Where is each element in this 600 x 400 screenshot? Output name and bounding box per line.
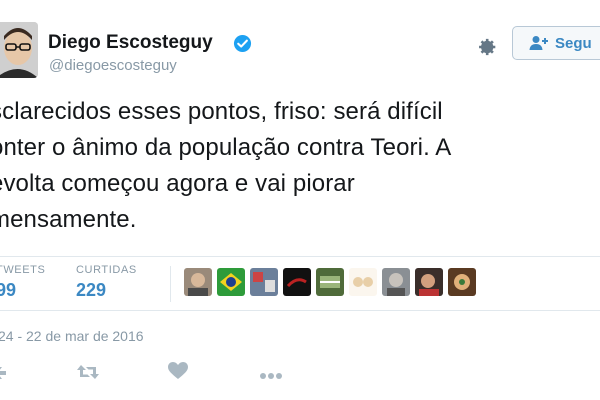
divider	[0, 310, 600, 311]
tweet-header: Diego Escosteguy @diegoescosteguy Segu	[0, 22, 600, 82]
retweets-label: TWEETS	[0, 264, 46, 276]
liker-avatar[interactable]	[217, 268, 245, 296]
liker-avatar[interactable]	[382, 268, 410, 296]
tweet-text-line: evolta começou agora e vai piorar	[0, 170, 355, 197]
avatar[interactable]	[0, 22, 38, 78]
retweet-icon[interactable]	[76, 362, 100, 387]
retweets-count: 99	[0, 280, 17, 300]
tweet-text-line: mensamente.	[0, 206, 137, 233]
stats-separator	[170, 266, 171, 302]
reply-icon[interactable]	[0, 365, 6, 388]
tweet-text-line: onter o ânimo da população contra Teori.…	[0, 134, 452, 161]
liker-avatar[interactable]	[316, 268, 344, 296]
liker-avatar[interactable]	[283, 268, 311, 296]
tweet-text-line: sclarecidos esses pontos, friso: será di…	[0, 98, 443, 125]
liker-avatar[interactable]	[448, 268, 476, 296]
retweets-stat[interactable]: TWEETS 99	[0, 264, 45, 301]
screen-name[interactable]: @diegoescosteguy	[49, 57, 177, 74]
heart-icon[interactable]	[168, 362, 188, 385]
follow-button-label: Segu	[555, 34, 592, 52]
tweet-timestamp[interactable]: 24 - 22 de mar de 2016	[0, 328, 144, 344]
liker-avatar[interactable]	[349, 268, 377, 296]
liker-avatar[interactable]	[250, 268, 278, 296]
follow-button[interactable]: Segu	[512, 26, 600, 60]
add-person-icon	[529, 36, 548, 50]
verified-badge-icon	[233, 34, 252, 53]
gear-icon[interactable]	[473, 34, 499, 60]
liker-avatar[interactable]	[415, 268, 443, 296]
likes-count: 229	[76, 280, 107, 300]
likes-label: CURTIDAS	[76, 264, 137, 276]
likes-stat[interactable]: CURTIDAS 229	[76, 264, 137, 301]
more-dots-icon[interactable]	[259, 367, 283, 385]
liker-avatar[interactable]	[184, 268, 212, 296]
tweet-text: sclarecidos esses pontos, friso: será di…	[0, 94, 590, 238]
divider	[0, 256, 600, 257]
tweet-actions	[0, 358, 600, 388]
display-name[interactable]: Diego Escosteguy	[48, 32, 213, 54]
